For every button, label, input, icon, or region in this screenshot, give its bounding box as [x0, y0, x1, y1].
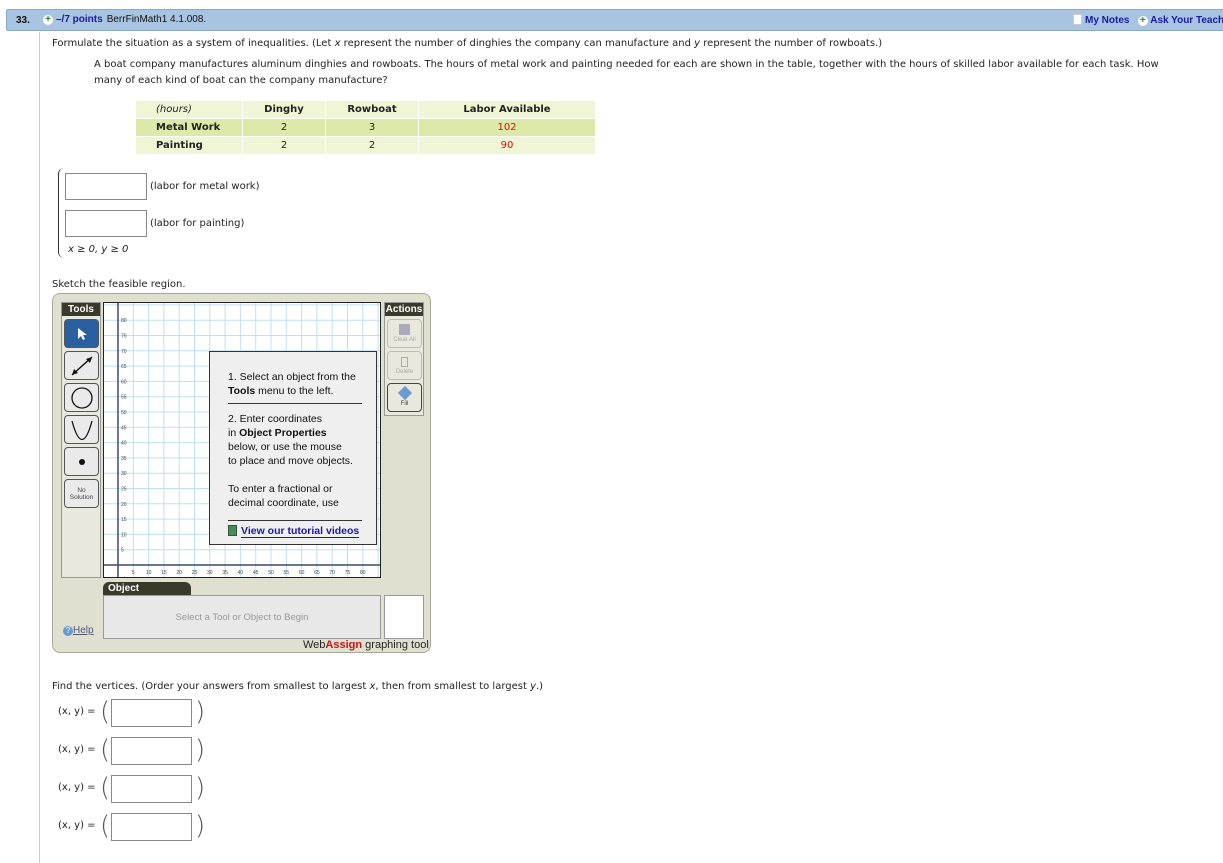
y-tick-label: 75 — [121, 334, 127, 340]
table-row: Metal Work 2 3 102 — [136, 119, 595, 136]
vertex-input-3[interactable] — [111, 775, 192, 803]
graph-canvas[interactable]: 5 10 15 20 25 30 35 40 45 50 55 60 65 70 75 80 5 10 15 20 25… — [103, 302, 381, 578]
x-tick-label: 15 — [161, 570, 167, 576]
object-properties-title: Object Properties — [103, 582, 191, 608]
point-tool[interactable] — [64, 447, 99, 476]
question-number: 33. — [16, 15, 30, 26]
actions-panel: Actions Clear All Delete Fill — [384, 302, 424, 416]
x-tick-label: 35 — [222, 570, 228, 576]
y-tick-label: 65 — [121, 364, 127, 370]
painting-inequality-input[interactable] — [65, 210, 147, 237]
left-divider — [39, 32, 40, 863]
vertex-input-2[interactable] — [111, 737, 192, 765]
fill-button[interactable]: Fill — [387, 383, 422, 412]
x-tick-label: 5 — [132, 570, 135, 576]
question-header: 33. + –/7 points BerrFinMath1 4.1.008. My … — [6, 9, 1223, 31]
help-icon: ? — [63, 626, 73, 636]
line-tool[interactable] — [64, 351, 99, 380]
instructions-popup: 1. Select an object from the Tools menu … — [209, 351, 377, 545]
point-icon — [78, 458, 85, 465]
actions-title: Actions — [385, 303, 423, 316]
no-solution-tool[interactable]: No Solution — [64, 479, 99, 508]
ask-teacher-plus-icon[interactable]: + — [1137, 16, 1148, 26]
y-tick-label: 80 — [121, 318, 127, 324]
y-tick-label: 60 — [121, 379, 127, 385]
painting-label: (labor for painting) — [150, 218, 245, 229]
intro-text: Formulate the situation as a system of i… — [52, 38, 883, 49]
x-tick-label: 60 — [299, 570, 305, 576]
y-tick-label: 40 — [121, 441, 127, 447]
vertex-input-1[interactable] — [111, 699, 192, 727]
points-area: + –/7 points BerrFinMath1 4.1.008. — [43, 14, 206, 25]
fill-preview — [384, 595, 424, 639]
pointer-tool[interactable] — [64, 319, 99, 348]
graphing-tool: Tools No Solution 5 10 15 20 25 30 35 40 45 50 55 6… — [52, 293, 431, 653]
circle-tool[interactable] — [64, 383, 99, 412]
parabola-tool[interactable] — [64, 415, 99, 444]
y-tick-label: 5 — [121, 548, 124, 554]
problem-text-line1: A boat company manufactures aluminum din… — [94, 59, 1159, 70]
x-tick-label: 25 — [192, 570, 198, 576]
vertices-prompt: Find the vertices. (Order your answers f… — [52, 681, 544, 692]
y-tick-label: 30 — [121, 471, 127, 477]
question-id: BerrFinMath1 4.1.008. — [106, 14, 207, 25]
help-link[interactable]: ? Help — [63, 625, 94, 636]
metal-work-label: (labor for metal work) — [150, 181, 260, 192]
expand-plus-icon[interactable]: + — [43, 15, 53, 25]
clear-all-button[interactable]: Clear All — [387, 319, 422, 348]
y-tick-label: 45 — [121, 425, 127, 431]
problem-text-line2: many of each kind of boat can the compan… — [94, 75, 388, 86]
metal-work-inequality-input[interactable] — [65, 173, 147, 200]
pointer-icon — [77, 327, 87, 340]
nonnegativity-constraint: x ≥ 0, y ≥ 0 — [68, 244, 129, 255]
table-row: Painting 2 2 90 — [136, 137, 595, 154]
table-header-row: (hours) Dinghy Rowboat Labor Available — [136, 101, 595, 118]
labor-table: (hours) Dinghy Rowboat Labor Available M… — [135, 100, 596, 155]
x-tick-label: 80 — [360, 570, 366, 576]
ask-teacher-link[interactable]: Ask Your Teacher — [1150, 15, 1223, 26]
my-notes-link[interactable]: My Notes — [1085, 15, 1129, 26]
header-links: My Notes + Ask Your Teacher — [1073, 14, 1223, 26]
note-icon[interactable] — [1073, 14, 1082, 25]
x-tick-label: 40 — [238, 570, 244, 576]
sketch-prompt: Sketch the feasible region. — [52, 279, 186, 290]
parabola-icon — [70, 420, 93, 440]
x-tick-label: 65 — [314, 570, 320, 576]
tools-panel: Tools No Solution — [61, 302, 101, 578]
x-tick-label: 45 — [253, 570, 259, 576]
x-tick-label: 55 — [284, 570, 290, 576]
film-icon — [228, 525, 237, 536]
y-tick-label: 10 — [121, 532, 127, 538]
y-tick-label: 25 — [121, 487, 127, 493]
y-tick-label: 50 — [121, 410, 127, 416]
points-link[interactable]: –/7 points — [56, 14, 103, 25]
line-icon — [70, 355, 93, 376]
circle-icon — [70, 386, 93, 409]
y-tick-label: 55 — [121, 395, 127, 401]
y-tick-label: 35 — [121, 456, 127, 462]
y-tick-label: 15 — [121, 517, 127, 523]
x-tick-label: 20 — [176, 570, 182, 576]
tools-title: Tools — [62, 303, 100, 316]
trash-icon — [401, 357, 408, 367]
x-tick-label: 75 — [345, 570, 351, 576]
fill-bucket-icon — [397, 385, 412, 401]
clear-all-icon — [399, 324, 410, 335]
object-properties-panel: Select a Tool or Object to Begin — [103, 595, 381, 639]
delete-button[interactable]: Delete — [387, 351, 422, 380]
x-tick-label: 10 — [146, 570, 152, 576]
webassign-brand: WebAssign graphing tool — [303, 639, 429, 651]
x-tick-label: 50 — [268, 570, 274, 576]
x-tick-label: 70 — [329, 570, 335, 576]
y-tick-label: 20 — [121, 502, 127, 508]
x-tick-label: 30 — [207, 570, 213, 576]
vertex-input-4[interactable] — [111, 813, 192, 841]
y-tick-label: 70 — [121, 349, 127, 355]
tutorial-videos-link[interactable]: View our tutorial videos — [241, 525, 360, 538]
